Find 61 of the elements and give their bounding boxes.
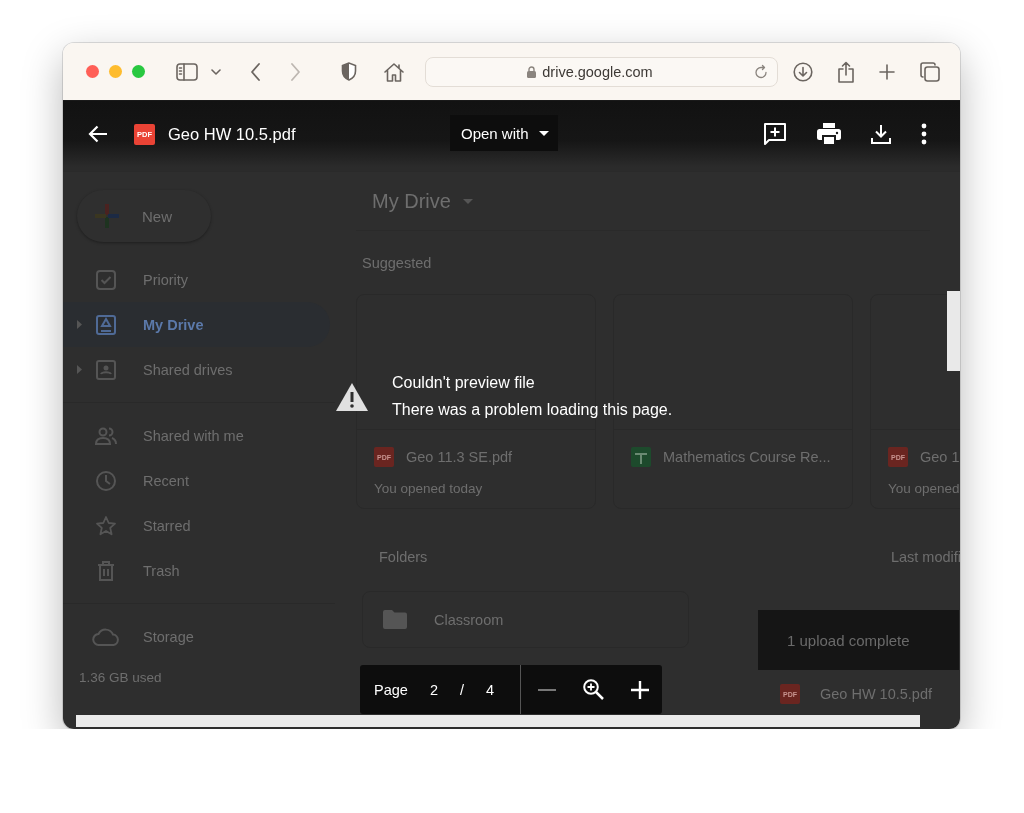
scrollbar-thumb[interactable] [947,291,960,371]
checkbox-icon [95,268,117,291]
back-arrow-icon[interactable] [88,125,108,143]
spreadsheet-file-icon [631,447,651,467]
file-name: Geo 1 [920,449,960,465]
page-separator: / [459,681,464,698]
sidebar-item[interactable]: Recent [63,458,330,503]
back-icon[interactable] [250,62,261,81]
open-with-button[interactable]: Open with [450,115,558,151]
drive-folder-icon [95,313,117,336]
share-icon[interactable] [837,60,855,83]
add-comment-icon[interactable] [763,122,787,146]
trash-icon [95,559,117,582]
sidebar-item[interactable]: Shared with me [63,413,330,458]
storage-item[interactable]: Storage [63,614,330,659]
page-number-field[interactable]: 2 [429,681,438,698]
zoom-in-icon[interactable] [631,680,649,699]
error-title: Couldn't preview file [392,374,536,392]
file-activity-text: You opened [888,481,960,496]
sort-label[interactable]: Last modifi [890,549,960,565]
sidebar-item[interactable]: Shared drives [63,347,330,392]
lock-icon [527,65,537,78]
more-icon[interactable] [921,123,927,145]
caret-icon [538,130,549,136]
sidebar-item[interactable]: Trash [63,548,330,593]
section-heading: Folders [379,549,428,565]
sidebar-item[interactable]: Priority [63,257,330,302]
page-label: Page [374,681,408,698]
url-text: drive.google.com [542,63,653,80]
caret-icon [462,198,473,204]
file-activity-text: You opened today [374,481,484,496]
folder-card[interactable]: Classroom [362,591,689,648]
shared-drive-icon [95,358,117,381]
cloud-icon [92,627,120,646]
folder-icon [383,610,407,629]
zoom-icon[interactable] [583,679,604,700]
reload-icon[interactable] [754,64,768,79]
tabs-icon[interactable] [920,61,940,82]
storage-usage-text: 1.36 GB used [78,669,163,685]
new-button[interactable]: New [77,190,211,242]
upload-status-header: 1 upload complete [758,610,959,670]
sidebar-item[interactable]: My Drive [63,302,330,347]
sidebar-icon[interactable] [176,62,198,81]
home-icon[interactable] [383,61,405,82]
file-name: Geo 11.3 SE.pdf [406,449,513,465]
plus-icon[interactable] [879,63,895,80]
shield-icon[interactable] [341,62,357,81]
plus-icon [94,203,120,229]
error-message: There was a problem loading this page. [392,401,673,419]
star-icon [95,514,117,537]
sidebar-item[interactable]: Starred [63,503,330,548]
chevron-down-icon[interactable] [211,68,221,75]
clock-icon [95,469,117,492]
file-name: Mathematics Course Re... [663,449,831,465]
address-bar[interactable]: drive.google.com [425,56,778,87]
page-total: 4 [486,681,495,698]
section-heading: Suggested [361,254,433,273]
file-name: Geo HW 10.5.pdf [168,124,296,144]
close-button[interactable] [86,65,99,78]
folder-title-dropdown[interactable]: My Drive [356,189,473,213]
print-icon[interactable] [817,123,841,145]
